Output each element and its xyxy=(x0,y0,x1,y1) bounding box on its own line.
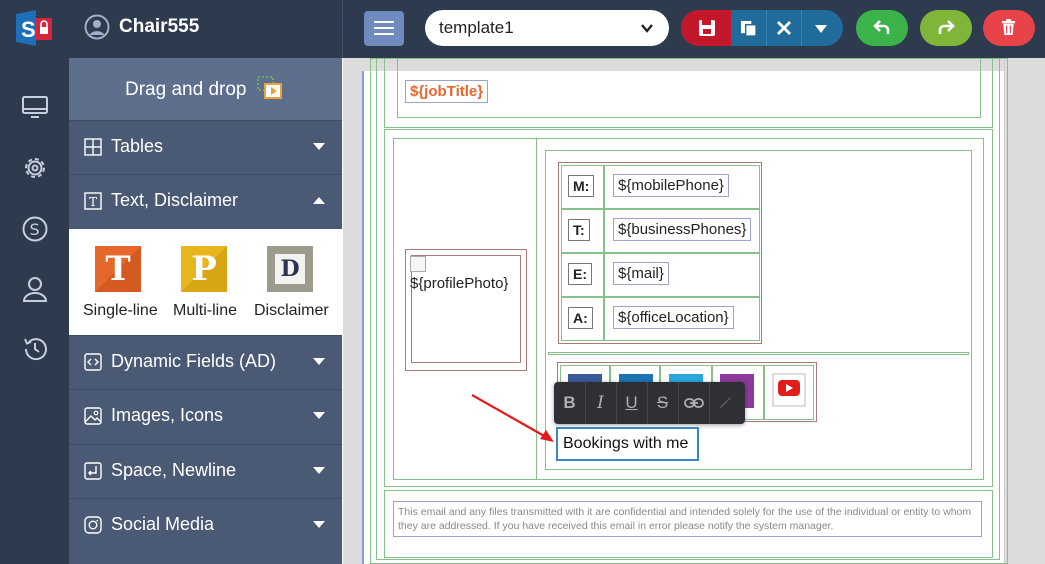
contact-value-email[interactable]: ${mail} xyxy=(613,262,669,285)
section-text-disclaimer-label: Text, Disclaimer xyxy=(111,190,239,210)
multi-line-label[interactable]: Multi-line xyxy=(173,302,237,320)
section-social-media-label: Social Media xyxy=(111,514,215,534)
chevron-down-icon xyxy=(313,467,325,474)
multi-line-letter: P xyxy=(191,249,217,289)
details-divider xyxy=(548,352,969,355)
multi-line-tile[interactable]: P xyxy=(181,246,227,292)
svg-text:T: T xyxy=(89,195,97,209)
contact-label-phone[interactable]: T: xyxy=(568,219,590,241)
job-title-field[interactable]: ${jobTitle} xyxy=(405,80,489,103)
trash-icon xyxy=(1001,19,1016,35)
monitor-icon[interactable] xyxy=(21,93,49,121)
newline-icon xyxy=(84,462,102,480)
drag-and-drop-label: Drag and drop xyxy=(125,79,247,100)
drag-drop-icon xyxy=(257,76,282,99)
contact-value-phone[interactable]: ${businessPhones} xyxy=(613,218,752,241)
profile-photo[interactable] xyxy=(411,255,521,363)
youtube-icon[interactable] xyxy=(772,373,806,407)
single-line-letter: T xyxy=(105,249,131,289)
chevron-down-icon xyxy=(313,358,325,365)
undo-button[interactable] xyxy=(856,10,908,46)
bold-button[interactable]: B xyxy=(554,382,586,424)
save-button[interactable] xyxy=(681,10,731,46)
svg-text:S: S xyxy=(30,220,40,239)
more-button[interactable] xyxy=(801,10,843,46)
unlink-button[interactable] xyxy=(709,382,740,424)
chevron-down-icon xyxy=(641,24,653,33)
contact-label-email[interactable]: E: xyxy=(568,263,592,285)
section-space-newline[interactable]: Space, Newline xyxy=(69,444,342,498)
single-line-label[interactable]: Single-line xyxy=(83,302,158,320)
chevron-down-icon xyxy=(313,412,325,419)
contact-value-mobile[interactable]: ${mobilePhone} xyxy=(613,174,729,197)
close-icon xyxy=(777,21,791,35)
divider xyxy=(342,0,343,58)
annotation-arrow xyxy=(471,394,554,442)
section-social-media[interactable]: Social Media xyxy=(69,498,342,552)
chevron-down-icon xyxy=(313,521,325,528)
single-line-tile[interactable]: T xyxy=(95,246,141,292)
chevron-up-icon xyxy=(313,197,325,204)
icon-rail: S xyxy=(0,58,69,564)
username-label: Chair555 xyxy=(119,16,200,37)
contact-value-address[interactable]: ${officeLocation} xyxy=(613,306,734,329)
dollar-icon[interactable]: S xyxy=(21,215,49,243)
link-button[interactable] xyxy=(678,382,710,424)
svg-text:S: S xyxy=(21,17,36,42)
template-select-value: template1 xyxy=(439,18,514,37)
copy-icon xyxy=(740,20,757,37)
text-format-toolbar: B I U S xyxy=(554,382,745,424)
editable-text-field[interactable]: Bookings with me xyxy=(556,427,699,461)
section-dynamic-fields-label: Dynamic Fields (AD) xyxy=(111,351,277,371)
template-select[interactable]: template1 xyxy=(425,10,669,46)
elements-sidebar: Drag and drop Tables T Text, Disclaimer xyxy=(69,58,342,564)
section-text-disclaimer[interactable]: T Text, Disclaimer xyxy=(69,174,342,228)
user-circle-icon[interactable] xyxy=(84,14,110,40)
copy-button[interactable] xyxy=(731,10,766,46)
section-images-icons-label: Images, Icons xyxy=(111,405,224,425)
text-icon: T xyxy=(84,192,102,210)
link-icon xyxy=(683,398,704,408)
text-palette: T Single-line P Multi-line D Disclaimer xyxy=(69,229,342,335)
contact-label-mobile[interactable]: M: xyxy=(568,175,595,197)
section-tables-label: Tables xyxy=(111,136,164,156)
history-icon[interactable] xyxy=(21,335,49,363)
contact-label-address[interactable]: A: xyxy=(568,307,593,329)
user-icon[interactable] xyxy=(21,275,49,303)
redo-icon xyxy=(938,20,955,34)
disclaimer-tile[interactable]: D xyxy=(267,246,313,292)
profile-photo-placeholder: ${profilePhoto} xyxy=(410,275,509,292)
redo-button[interactable] xyxy=(920,10,972,46)
menu-button[interactable] xyxy=(364,11,404,46)
close-button[interactable] xyxy=(766,10,802,46)
disclaimer-label[interactable]: Disclaimer xyxy=(254,302,329,320)
chevron-down-icon xyxy=(313,143,325,150)
strikethrough-button[interactable]: S xyxy=(647,382,679,424)
underline-button[interactable]: U xyxy=(616,382,648,424)
signature-logo-icon[interactable]: S xyxy=(14,10,54,46)
top-bar: S Chair555 template1 xyxy=(0,0,1045,58)
section-space-newline-label: Space, Newline xyxy=(111,460,237,480)
instagram-icon xyxy=(84,516,102,534)
broken-image-icon xyxy=(410,256,426,272)
disclaimer-letter: D xyxy=(280,256,300,282)
save-icon xyxy=(699,20,715,36)
section-dynamic-fields[interactable]: Dynamic Fields (AD) xyxy=(69,335,342,389)
chevron-down-icon xyxy=(815,25,827,33)
image-icon xyxy=(84,407,102,425)
gear-icon[interactable] xyxy=(21,154,49,182)
delete-button[interactable] xyxy=(983,10,1035,46)
disclaimer-text[interactable]: This email and any files transmitted wit… xyxy=(393,501,982,537)
code-icon xyxy=(84,353,102,371)
drag-and-drop-header: Drag and drop xyxy=(69,58,342,120)
unlink-icon xyxy=(718,397,731,409)
italic-button[interactable]: I xyxy=(585,382,617,424)
section-images-icons[interactable]: Images, Icons xyxy=(69,389,342,443)
table-icon xyxy=(84,138,102,156)
undo-icon xyxy=(873,20,890,34)
section-tables[interactable]: Tables xyxy=(69,120,342,174)
hamburger-icon xyxy=(374,21,394,23)
template-actions xyxy=(681,10,843,46)
